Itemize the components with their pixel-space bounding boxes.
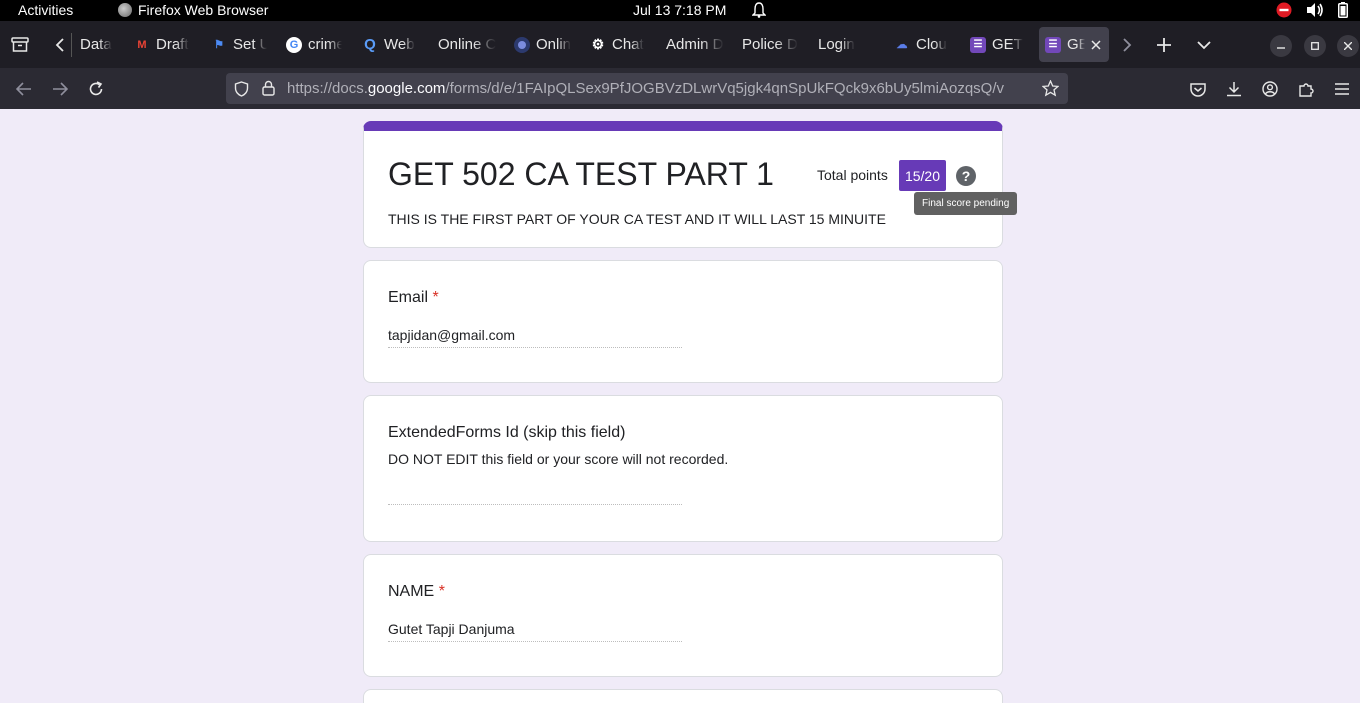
system-top-bar: Activities Firefox Web Browser Jul 13 7:… — [0, 0, 1360, 21]
arrow-right-icon — [53, 82, 68, 96]
form-title: GET 502 CA TEST PART 1 — [388, 156, 774, 192]
activities-button[interactable]: Activities — [18, 2, 73, 18]
chevron-down-icon — [1197, 41, 1211, 50]
required-asterisk: * — [432, 289, 439, 306]
reload-button[interactable] — [84, 77, 108, 101]
tab-ge-active[interactable]: ☰ GE — [1039, 27, 1109, 62]
tab-cloud[interactable]: ☁ Clou — [890, 27, 952, 62]
name-answer-field[interactable]: Gutet Tapji Danjuma — [388, 621, 682, 642]
close-icon — [1344, 42, 1352, 50]
question-card-next — [363, 689, 1003, 703]
firefox-icon — [118, 3, 132, 17]
total-points-label: Total points — [817, 167, 888, 183]
forms-icon: ☰ — [1045, 36, 1061, 53]
tab-chat[interactable]: ⚙ Chat — [586, 27, 646, 62]
pocket-icon — [1190, 82, 1206, 97]
close-window-button[interactable] — [1337, 35, 1359, 57]
score-tooltip: Final score pending — [914, 192, 1018, 215]
shield-icon[interactable] — [234, 81, 249, 97]
score-badge: 15/20 — [899, 160, 946, 191]
help-icon[interactable]: ? — [956, 166, 976, 186]
search-icon: Q — [364, 36, 376, 53]
question-help-text: DO NOT EDIT this field or your score wil… — [388, 451, 729, 467]
downloads-button[interactable] — [1222, 77, 1246, 101]
chatgpt-icon: ⚙ — [591, 36, 605, 52]
do-not-disturb-icon — [1276, 2, 1292, 18]
form-description: THIS IS THE FIRST PART OF YOUR CA TEST A… — [388, 211, 886, 227]
form-header-card: GET 502 CA TEST PART 1 THIS IS THE FIRST… — [363, 121, 1003, 248]
list-all-tabs-button[interactable] — [1192, 33, 1216, 57]
tab-admin-d[interactable]: Admin D — [662, 27, 724, 62]
volume-icon — [1307, 3, 1323, 17]
menu-button[interactable] — [1330, 77, 1354, 101]
question-title-text: NAME — [388, 583, 435, 600]
bell-icon — [752, 2, 766, 18]
battery-icon — [1338, 2, 1348, 18]
url-domain: google.com — [367, 80, 446, 97]
chevron-left-icon — [55, 38, 64, 52]
app-name: Firefox Web Browser — [138, 2, 269, 18]
app-menu[interactable]: Firefox Web Browser — [118, 2, 268, 18]
question-card-email: Email * tapjidan@gmail.com — [363, 260, 1003, 383]
puzzle-icon — [1299, 83, 1314, 97]
scroll-tabs-right-button[interactable] — [1116, 33, 1138, 57]
maximize-button[interactable] — [1304, 35, 1326, 57]
forward-button[interactable] — [48, 77, 72, 101]
extensions-button[interactable] — [1294, 77, 1318, 101]
new-tab-button[interactable] — [1152, 33, 1176, 57]
restore-icon — [1311, 42, 1319, 50]
url-text[interactable]: https://docs.google.com/forms/d/e/1FAIpQ… — [287, 80, 1034, 97]
clock[interactable]: Jul 13 7:18 PM — [633, 2, 726, 18]
system-tray[interactable] — [1276, 2, 1348, 18]
chevron-right-icon — [1123, 38, 1132, 52]
url-prefix: https://docs. — [287, 80, 368, 97]
question-card-extendedforms-id: ExtendedForms Id (skip this field) DO NO… — [363, 395, 1003, 542]
extendedforms-id-field[interactable] — [388, 484, 682, 505]
tab-draft[interactable]: M Draft — [130, 27, 190, 62]
tab-crime[interactable]: Gcrime — [282, 27, 342, 62]
minimize-icon — [1277, 47, 1285, 49]
tab-web[interactable]: Q Web — [358, 27, 418, 62]
account-button[interactable] — [1258, 77, 1282, 101]
question-title: ExtendedForms Id (skip this field) — [388, 424, 626, 441]
pocket-button[interactable] — [1186, 77, 1210, 101]
question-title: NAME * — [388, 583, 445, 601]
email-answer-field[interactable]: tapjidan@gmail.com — [388, 327, 682, 348]
tab-police-d[interactable]: Police D — [738, 27, 800, 62]
required-asterisk: * — [438, 583, 445, 600]
question-card-name: NAME * Gutet Tapji Danjuma — [363, 554, 1003, 677]
tab-onlin[interactable]: Onlin — [510, 27, 572, 62]
tab-set-u[interactable]: ⚑ Set U — [207, 27, 267, 62]
navigation-toolbar: https://docs.google.com/forms/d/e/1FAIpQ… — [0, 68, 1360, 109]
scroll-tabs-left-button[interactable] — [48, 33, 72, 57]
tab-strip: Data M Draft ⚑ Set U Gcrime Q Web Online C … — [0, 21, 1360, 68]
url-bar[interactable]: https://docs.google.com/forms/d/e/1FAIpQ… — [226, 73, 1068, 104]
circle-icon — [514, 36, 530, 53]
forms-icon: ☰ — [970, 36, 986, 53]
minimize-button[interactable] — [1270, 35, 1292, 57]
lock-icon[interactable] — [262, 80, 275, 96]
question-title-text: Email — [388, 289, 429, 306]
reload-icon — [89, 81, 103, 96]
close-tab-icon[interactable] — [1091, 39, 1101, 50]
tab-online-c[interactable]: Online C — [434, 27, 496, 62]
back-button[interactable] — [12, 77, 36, 101]
tab-login[interactable]: Login — [814, 27, 876, 62]
url-path: /forms/d/e/1FAIpQLSex9PfJOGBVzDLwrVq5jgk… — [445, 80, 1004, 97]
google-icon: G — [286, 36, 302, 53]
cloud-icon: ☁ — [896, 39, 908, 51]
question-title: Email * — [388, 289, 439, 307]
tab-data[interactable]: Data — [76, 27, 116, 62]
flag-icon: ⚑ — [214, 39, 224, 51]
account-icon — [1262, 81, 1278, 97]
download-icon — [1227, 82, 1241, 97]
bookmark-star-icon[interactable] — [1042, 80, 1059, 97]
firefox-view-icon — [11, 37, 29, 52]
tab-get[interactable]: ☰ GET — [966, 27, 1028, 62]
arrow-left-icon — [16, 82, 31, 96]
plus-icon — [1157, 38, 1171, 52]
hamburger-menu-icon — [1335, 83, 1349, 95]
firefox-view-button[interactable] — [8, 33, 32, 57]
gmail-icon: M — [137, 38, 147, 51]
